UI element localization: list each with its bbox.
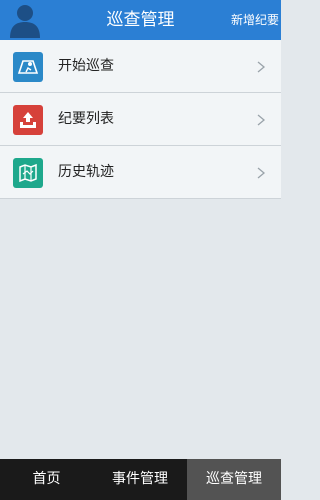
tab-home[interactable]: 首页 bbox=[0, 459, 93, 500]
menu-item-history-track[interactable]: 历史轨迹 bbox=[0, 146, 281, 199]
menu-item-start-patrol[interactable]: 开始巡查 bbox=[0, 40, 281, 93]
header-bar: 巡查管理 新增纪要 bbox=[0, 0, 281, 40]
upload-tray-icon bbox=[13, 105, 43, 135]
tab-event-management[interactable]: 事件管理 bbox=[93, 459, 187, 500]
menu-item-label: 开始巡查 bbox=[58, 58, 114, 74]
add-summary-button[interactable]: 新增纪要 bbox=[225, 0, 281, 40]
menu-item-label: 历史轨迹 bbox=[58, 164, 114, 180]
menu-item-label: 纪要列表 bbox=[58, 111, 114, 127]
chevron-right-icon bbox=[255, 165, 267, 179]
chevron-right-icon bbox=[255, 112, 267, 126]
folded-map-icon bbox=[13, 158, 43, 188]
menu-list: 开始巡查 纪要列表 历史轨迹 bbox=[0, 40, 281, 199]
chevron-right-icon bbox=[255, 59, 267, 73]
map-icon bbox=[13, 52, 43, 82]
bottom-tab-bar: 首页 事件管理 巡查管理 bbox=[0, 459, 281, 500]
menu-item-summary-list[interactable]: 纪要列表 bbox=[0, 93, 281, 146]
tab-patrol-management[interactable]: 巡查管理 bbox=[187, 459, 281, 500]
